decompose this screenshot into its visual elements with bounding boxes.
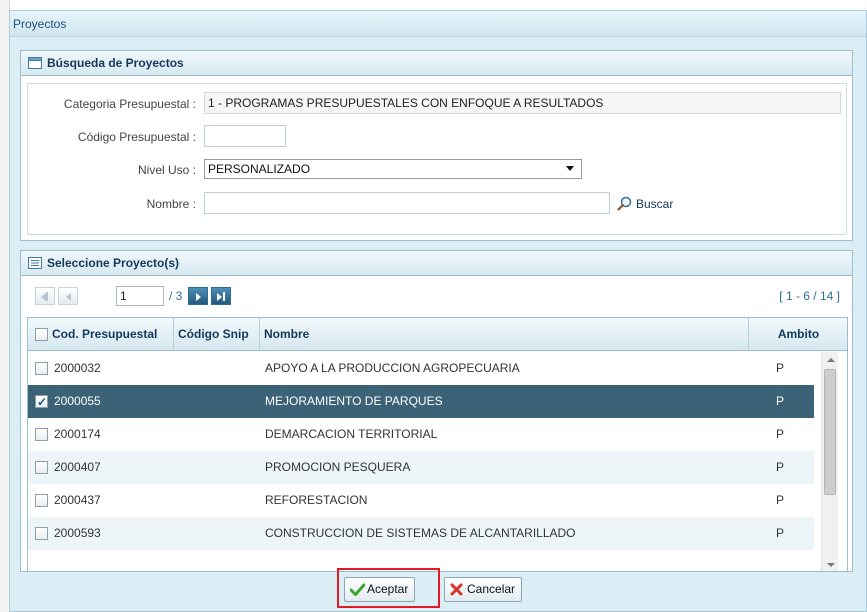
next-page-icon bbox=[196, 293, 201, 301]
nivel-uso-label: Nivel Uso : bbox=[137, 163, 196, 177]
categoria-row: Categoria Presupuestal : 1 - PROGRAMAS P… bbox=[28, 92, 846, 116]
column-ambito[interactable]: Ambito bbox=[749, 318, 847, 351]
search-form: Categoria Presupuestal : 1 - PROGRAMAS P… bbox=[27, 83, 847, 235]
row-checkbox[interactable] bbox=[35, 494, 48, 507]
table-row[interactable]: 2000437 REFORESTACION P bbox=[28, 484, 814, 517]
cell-nombre: CONSTRUCCION DE SISTEMAS DE ALCANTARILLA… bbox=[265, 526, 576, 540]
row-checkbox[interactable] bbox=[35, 362, 48, 375]
codigo-label: Código Presupuestal : bbox=[77, 130, 196, 144]
pager: 1 / 3 [ 1 - 6 / 14 ] bbox=[21, 277, 852, 315]
cell-ambito: P bbox=[776, 394, 785, 408]
nivel-uso-select[interactable]: PERSONALIZADO bbox=[204, 159, 582, 179]
page-number-input[interactable]: 1 bbox=[116, 286, 164, 306]
cell-cod-presupuestal: 2000437 bbox=[54, 493, 101, 507]
list-panel-header: Seleccione Proyecto(s) bbox=[21, 251, 852, 276]
list-icon bbox=[28, 257, 42, 269]
first-page-button[interactable] bbox=[35, 287, 55, 305]
cell-cod-presupuestal: 2000032 bbox=[54, 361, 101, 375]
select-all-checkbox[interactable] bbox=[35, 328, 48, 341]
search-icon bbox=[617, 196, 632, 211]
cell-nombre: APOYO A LA PRODUCCION AGROPECUARIA bbox=[265, 361, 520, 375]
cancel-button[interactable]: Cancelar bbox=[444, 577, 523, 602]
row-checkbox[interactable] bbox=[35, 428, 48, 441]
categoria-label: Categoria Presupuestal : bbox=[63, 97, 196, 111]
proyectos-dialog: Proyectos Búsqueda de Proyectos Categori… bbox=[9, 10, 867, 612]
cell-ambito: P bbox=[776, 427, 785, 441]
scroll-thumb[interactable] bbox=[824, 369, 836, 495]
nivel-uso-value: PERSONALIZADO bbox=[208, 162, 311, 176]
cell-cod-presupuestal: 2000055 bbox=[54, 394, 101, 408]
record-range: [ 1 - 6 / 14 ] bbox=[779, 289, 840, 303]
accept-highlight-box bbox=[337, 568, 440, 608]
cell-ambito: P bbox=[776, 526, 785, 540]
column-codigo-snip[interactable]: Código Snip bbox=[174, 318, 260, 351]
codigo-input[interactable] bbox=[204, 125, 286, 147]
nombre-label: Nombre : bbox=[146, 197, 196, 211]
search-label: Buscar bbox=[636, 197, 674, 211]
search-panel: Búsqueda de Proyectos Categoria Presupue… bbox=[20, 50, 853, 241]
categoria-field[interactable]: 1 - PROGRAMAS PRESUPUESTALES CON ENFOQUE… bbox=[204, 92, 841, 114]
row-checkbox[interactable] bbox=[35, 461, 48, 474]
table-row[interactable]: 2000032 APOYO A LA PRODUCCION AGROPECUARI… bbox=[28, 352, 814, 385]
prev-page-icon bbox=[66, 293, 71, 301]
next-page-button[interactable] bbox=[188, 287, 208, 305]
prev-page-button[interactable] bbox=[58, 287, 78, 305]
projects-table: Cod. Presupuestal Código Snip Nombre Amb… bbox=[27, 317, 848, 571]
table-row[interactable]: 2000055 MEJORAMIENTO DE PARQUES P bbox=[28, 385, 814, 419]
cell-nombre: PROMOCION PESQUERA bbox=[265, 460, 411, 474]
cell-nombre: REFORESTACION bbox=[265, 493, 368, 507]
row-checkbox[interactable] bbox=[35, 527, 48, 540]
nombre-input[interactable] bbox=[204, 192, 610, 214]
search-panel-title: Búsqueda de Proyectos bbox=[47, 56, 184, 70]
cancel-label: Cancelar bbox=[467, 582, 516, 596]
nombre-row: Nombre : Buscar bbox=[28, 192, 846, 216]
column-nombre[interactable]: Nombre bbox=[260, 318, 749, 351]
dropdown-arrow-icon bbox=[566, 166, 574, 171]
last-page-icon bbox=[217, 293, 222, 301]
cell-nombre: DEMARCACION TERRITORIAL bbox=[265, 427, 438, 441]
cell-cod-presupuestal: 2000174 bbox=[54, 427, 101, 441]
column-cod-presupuestal[interactable]: Cod. Presupuestal bbox=[28, 318, 174, 351]
scroll-up-icon[interactable] bbox=[822, 352, 839, 368]
cell-cod-presupuestal: 2000407 bbox=[54, 460, 101, 474]
cell-ambito: P bbox=[776, 460, 785, 474]
project-list-panel: Seleccione Proyecto(s) 1 / 3 [ 1 - 6 / 1… bbox=[20, 250, 853, 572]
table-scrollbar[interactable] bbox=[821, 352, 839, 571]
list-panel-title: Seleccione Proyecto(s) bbox=[47, 256, 180, 270]
cell-nombre: MEJORAMIENTO DE PARQUES bbox=[265, 394, 443, 408]
last-page-button[interactable] bbox=[211, 287, 231, 305]
cell-cod-presupuestal: 2000593 bbox=[54, 526, 101, 540]
search-button[interactable]: Buscar bbox=[617, 195, 673, 213]
close-icon bbox=[450, 583, 463, 596]
dialog-title: Proyectos bbox=[10, 11, 866, 37]
cell-ambito: P bbox=[776, 493, 785, 507]
cell-ambito: P bbox=[776, 361, 785, 375]
table-header: Cod. Presupuestal Código Snip Nombre Amb… bbox=[28, 318, 847, 351]
page-total: / 3 bbox=[169, 289, 183, 303]
row-checkbox[interactable] bbox=[35, 386, 48, 419]
search-panel-header: Búsqueda de Proyectos bbox=[21, 51, 852, 76]
table-row[interactable]: 2000593 CONSTRUCCION DE SISTEMAS DE ALCAN… bbox=[28, 517, 814, 550]
codigo-row: Código Presupuestal : bbox=[28, 125, 846, 149]
table-row[interactable]: 2000174 DEMARCACION TERRITORIAL P bbox=[28, 418, 814, 451]
window-icon bbox=[28, 57, 42, 69]
table-row[interactable]: 2000407 PROMOCION PESQUERA P bbox=[28, 451, 814, 484]
nivel-uso-row: Nivel Uso : PERSONALIZADO bbox=[28, 158, 846, 182]
